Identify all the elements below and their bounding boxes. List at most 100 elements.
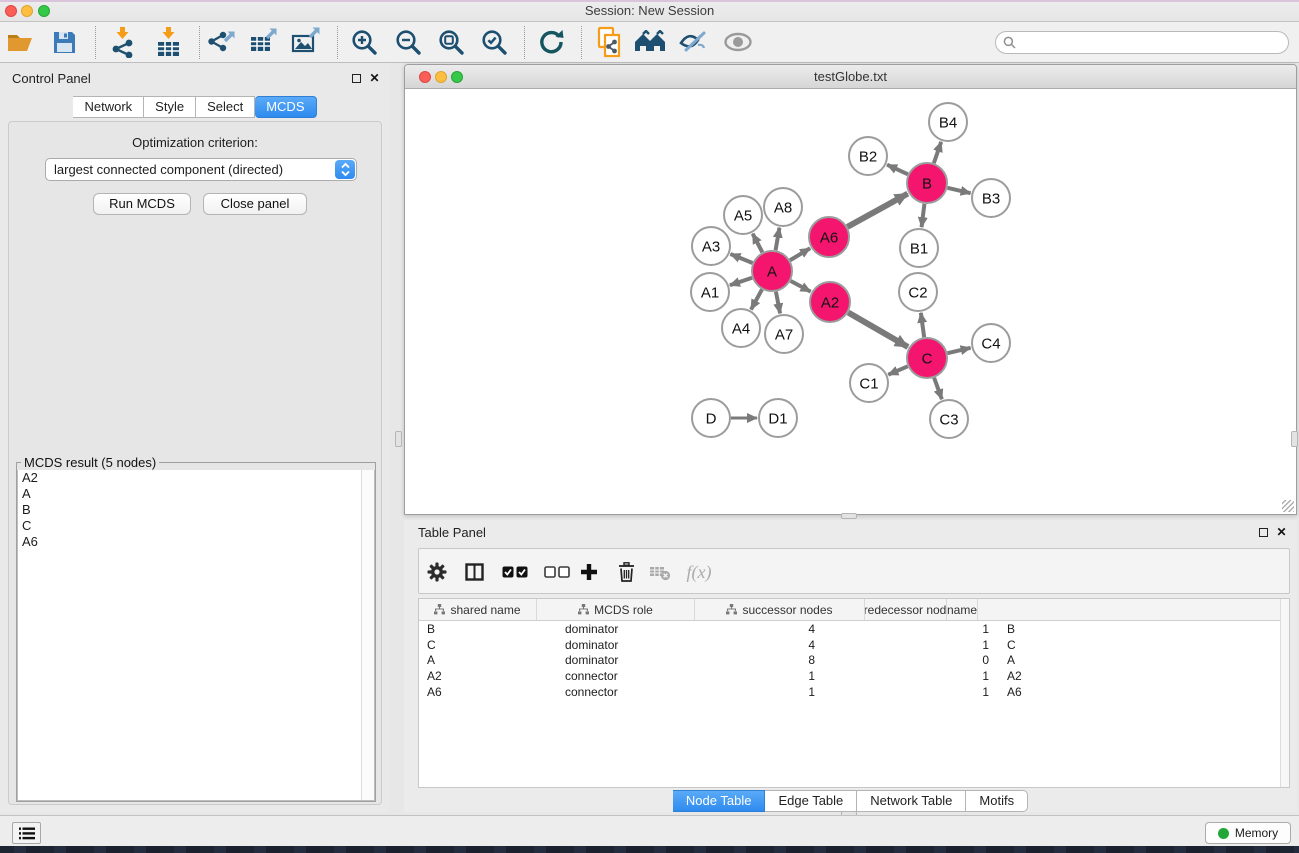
graph-edge[interactable] (947, 188, 970, 193)
zoom-in-icon[interactable] (347, 25, 381, 59)
table-row[interactable]: A6 connector 1 1 A6 (419, 684, 1289, 700)
close-panel-button[interactable]: Close panel (203, 193, 307, 215)
delete-table-icon[interactable] (643, 549, 677, 595)
column-header[interactable]: shared name (419, 599, 537, 620)
cell-predecessor-nodes[interactable]: 1 (827, 685, 997, 699)
control-panel-tab[interactable]: MCDS (255, 96, 316, 118)
graph-edge[interactable] (847, 194, 907, 227)
add-column-icon[interactable] (572, 549, 606, 595)
criterion-dropdown[interactable]: largest connected component (directed) (45, 158, 357, 181)
save-icon[interactable] (47, 25, 81, 59)
cell-mcds-role[interactable]: dominator (551, 622, 669, 636)
graph-edge[interactable] (753, 234, 763, 253)
splitter-handle[interactable] (841, 513, 857, 519)
cell-shared-name[interactable]: B (419, 622, 551, 636)
export-network-icon[interactable] (205, 25, 239, 59)
graph-edge[interactable] (791, 281, 811, 292)
graph-edge[interactable] (934, 378, 942, 399)
cell-successor-nodes[interactable]: 8 (669, 653, 827, 667)
graph-edge[interactable] (888, 366, 907, 374)
graph-edge[interactable] (751, 289, 762, 309)
export-table-icon[interactable] (247, 25, 281, 59)
graph-edge[interactable] (730, 278, 752, 286)
cell-shared-name[interactable]: A2 (419, 669, 551, 683)
table-scrollbar[interactable] (1280, 599, 1289, 787)
float-panel-icon[interactable] (350, 72, 363, 85)
mcds-result-item[interactable]: A2 (18, 470, 374, 486)
graph-edge[interactable] (776, 228, 780, 251)
column-header[interactable]: MCDS role (537, 599, 695, 620)
close-panel-icon[interactable]: ✕ (368, 72, 381, 85)
graph-edge[interactable] (922, 204, 925, 227)
cell-mcds-role[interactable]: connector (551, 685, 669, 699)
table-tab[interactable]: Node Table (673, 790, 766, 812)
mcds-result-item[interactable]: A6 (18, 534, 374, 550)
table-row[interactable]: A dominator 8 0 A (419, 653, 1289, 669)
graph-edge[interactable] (848, 312, 908, 347)
cell-name[interactable]: C (997, 638, 1079, 652)
graphics-details-icon[interactable] (676, 25, 710, 59)
table-tab[interactable]: Edge Table (765, 790, 857, 812)
zoom-fit-icon[interactable] (434, 25, 468, 59)
run-mcds-button[interactable]: Run MCDS (93, 193, 191, 215)
graph-edge[interactable] (790, 248, 810, 260)
table-row[interactable]: B dominator 4 1 B (419, 621, 1289, 637)
control-panel-tab[interactable]: Select (196, 96, 255, 118)
document-share-icon[interactable] (593, 25, 627, 59)
zoom-selected-icon[interactable] (477, 25, 511, 59)
cell-shared-name[interactable]: C (419, 638, 551, 652)
window-resize-grip[interactable] (1282, 500, 1294, 512)
cell-name[interactable]: A2 (997, 669, 1079, 683)
cell-successor-nodes[interactable]: 1 (669, 669, 827, 683)
eye-icon[interactable] (721, 25, 755, 59)
home-icon[interactable] (633, 25, 667, 59)
cell-successor-nodes[interactable]: 4 (669, 622, 827, 636)
graph-edge[interactable] (887, 165, 908, 175)
task-history-button[interactable] (12, 822, 41, 844)
search-field[interactable] (995, 31, 1289, 54)
graph-edge[interactable] (947, 348, 970, 353)
result-scrollbar[interactable] (361, 470, 374, 800)
column-header[interactable]: name (947, 599, 978, 620)
control-panel-tab[interactable]: Network (73, 96, 144, 118)
cell-name[interactable]: A (997, 653, 1079, 667)
splitter-handle[interactable] (1291, 431, 1298, 447)
cell-name[interactable]: B (997, 622, 1079, 636)
table-tab[interactable]: Motifs (966, 790, 1028, 812)
search-input[interactable] (1020, 36, 1288, 50)
network-graph[interactable]: AA1A2A3A4A5A6A7A8BB1B2B3B4CC1C2C3C4DD1 (405, 89, 1296, 514)
cell-successor-nodes[interactable]: 4 (669, 638, 827, 652)
settings-gear-icon[interactable] (420, 549, 454, 595)
select-all-columns-icon[interactable] (498, 549, 532, 595)
column-header[interactable]: successor nodes (695, 599, 865, 620)
mcds-result-item[interactable]: B (18, 502, 374, 518)
table-tab[interactable]: Network Table (857, 790, 966, 812)
control-panel-tab[interactable]: Style (144, 96, 196, 118)
table-row[interactable]: C dominator 4 1 C (419, 637, 1289, 653)
import-table-icon[interactable] (151, 25, 185, 59)
mcds-result-item[interactable]: A (18, 486, 374, 502)
zoom-out-icon[interactable] (391, 25, 425, 59)
graph-edge[interactable] (730, 254, 752, 263)
open-folder-icon[interactable] (3, 25, 37, 59)
splitter-handle[interactable] (395, 431, 402, 447)
cell-predecessor-nodes[interactable]: 0 (827, 653, 997, 667)
cell-predecessor-nodes[interactable]: 1 (827, 638, 997, 652)
cell-name[interactable]: A6 (997, 685, 1079, 699)
network-canvas[interactable]: AA1A2A3A4A5A6A7A8BB1B2B3B4CC1C2C3C4DD1 (405, 89, 1296, 514)
graph-edge[interactable] (776, 292, 780, 314)
export-image-icon[interactable] (289, 25, 323, 59)
cell-successor-nodes[interactable]: 1 (669, 685, 827, 699)
cell-mcds-role[interactable]: dominator (551, 638, 669, 652)
table-row[interactable]: A2 connector 1 1 A2 (419, 668, 1289, 684)
memory-button[interactable]: Memory (1205, 822, 1291, 844)
graph-edge[interactable] (934, 142, 941, 163)
close-table-panel-icon[interactable]: ✕ (1275, 526, 1288, 539)
float-table-panel-icon[interactable] (1257, 526, 1270, 539)
cell-predecessor-nodes[interactable]: 1 (827, 622, 997, 636)
mcds-result-item[interactable]: C (18, 518, 374, 534)
refresh-icon[interactable] (534, 25, 568, 59)
cell-predecessor-nodes[interactable]: 1 (827, 669, 997, 683)
cell-shared-name[interactable]: A6 (419, 685, 551, 699)
graph-edge[interactable] (921, 313, 924, 337)
